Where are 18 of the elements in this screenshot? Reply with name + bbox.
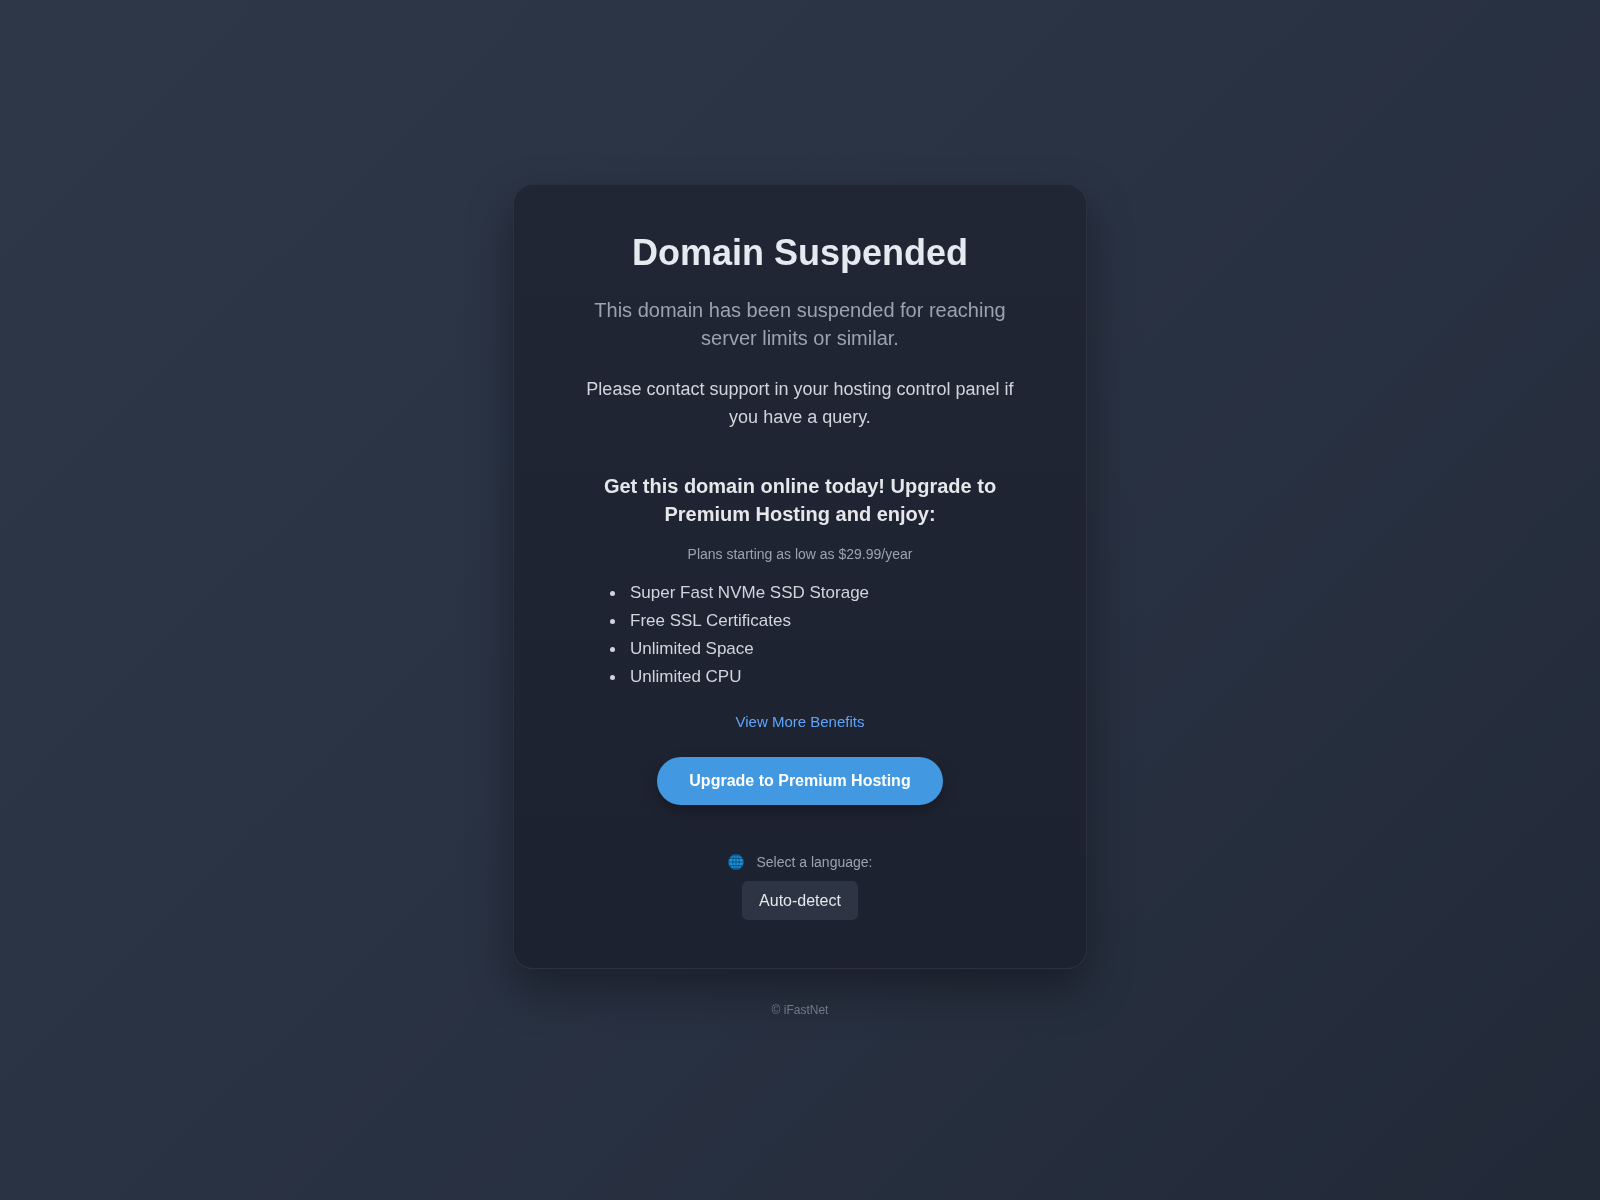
page-title: Domain Suspended [631, 231, 968, 275]
language-label: Select a language: [756, 853, 873, 872]
benefit-item: Unlimited CPU [630, 666, 742, 688]
bullet-icon [610, 646, 615, 652]
copyright-text: © iFastNet [771, 1002, 829, 1018]
bullet-icon [610, 674, 615, 680]
benefits-link[interactable]: View More Benefits [735, 712, 865, 732]
globe-icon [727, 854, 744, 870]
benefit-item: Super Fast NVMe SSD Storage [630, 582, 870, 604]
benefit-item: Unlimited Space [630, 638, 754, 660]
upgrade-heading: Get this domain online today! Upgrade to Premium Hosting and enjoy: [602, 474, 998, 527]
language-select[interactable]: Auto-detect [742, 881, 858, 920]
price-note: Plans starting as low as $29.99/year [687, 545, 913, 564]
subtitle-text: This domain has been suspended for reaching server limits or similar. [593, 298, 1007, 351]
benefit-item: Free SSL Certificates [630, 610, 791, 632]
support-message: Please contact support in your hosting control panel if you have a query. [585, 378, 1015, 429]
bullet-icon [610, 618, 615, 624]
bullet-icon [610, 590, 615, 596]
